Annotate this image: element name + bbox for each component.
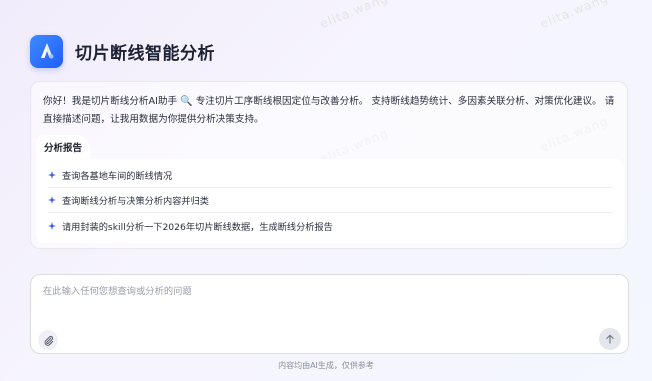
app-header: 切片断线智能分析 xyxy=(30,33,215,69)
suggestion-label: 请用封装的skill分析一下2026年切片断线数据，生成断线分析报告 xyxy=(62,221,333,233)
sparkle-icon xyxy=(48,171,58,179)
sparkle-icon xyxy=(48,196,58,204)
suggestion-label: 查询各基地车间的断线情况 xyxy=(62,171,173,182)
app-logo-icon xyxy=(30,34,63,68)
watermark: elita.wang xyxy=(538,0,611,32)
suggestion-item[interactable]: 查询断线分析与决策分析内容并归类 xyxy=(48,188,612,213)
chat-input[interactable] xyxy=(43,283,603,299)
suggestion-item[interactable]: 查询各基地车间的断线情况 xyxy=(48,163,612,188)
intro-text: 你好！我是切片断线分析AI助手 🔍 专注切片工序断线根因定位与改善分析。 支持断… xyxy=(43,93,623,129)
attach-button[interactable] xyxy=(38,330,58,350)
suggestion-list: 查询各基地车间的断线情况 查询断线分析与决策分析内容并归类 请用封装的skill… xyxy=(36,159,624,243)
chat-input-box xyxy=(30,274,629,354)
welcome-card: 你好！我是切片断线分析AI助手 🔍 专注切片工序断线根因定位与改善分析。 支持断… xyxy=(30,81,628,249)
paperclip-icon xyxy=(44,335,53,346)
footer-disclaimer: 内容均由AI生成，仅供参考 xyxy=(278,361,374,370)
suggestion-item[interactable]: 请用封装的skill分析一下2026年切片断线数据，生成断线分析报告 xyxy=(48,213,612,238)
tab-analysis-report[interactable]: 分析报告 xyxy=(36,135,91,159)
arrow-up-icon xyxy=(606,334,614,344)
page-title: 切片断线智能分析 xyxy=(75,43,215,64)
watermark: elita.wang xyxy=(318,0,391,32)
intro-greeting: 你好！我是切片断线分析AI助手 xyxy=(43,96,178,107)
send-button[interactable] xyxy=(599,328,621,350)
magnifier-icon: 🔍 xyxy=(180,96,193,107)
sparkle-icon xyxy=(48,221,58,230)
suggestion-label: 查询断线分析与决策分析内容并归类 xyxy=(62,196,209,207)
